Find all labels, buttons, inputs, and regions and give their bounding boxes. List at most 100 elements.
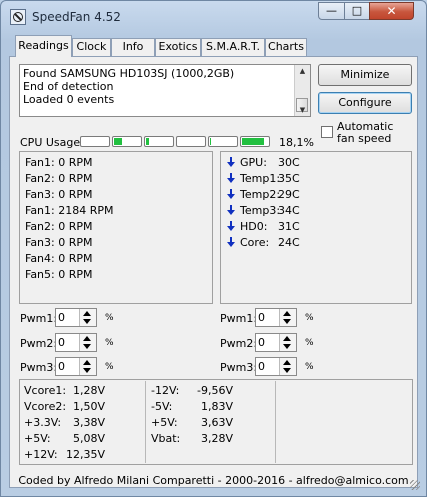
tab-charts[interactable]: Charts <box>265 38 307 56</box>
speedfan-app-icon <box>10 9 26 25</box>
spin-buttons[interactable] <box>279 358 296 375</box>
temp-label: HD0: <box>240 220 268 233</box>
tab-info[interactable]: Info <box>111 38 155 56</box>
fan-reading: Fan2: 0 RPM <box>25 172 93 185</box>
window-maximize-button[interactable]: □ <box>344 2 370 20</box>
voltage-value: 3,38V <box>73 416 106 429</box>
scroll-down-arrow-icon[interactable]: ▼ <box>295 104 310 116</box>
trend-down-arrow-icon <box>227 173 235 183</box>
pwm3-unit: % <box>305 362 314 372</box>
voltage-value: 3,63V <box>201 416 234 429</box>
scroll-up-arrow-icon[interactable]: ▲ <box>295 65 310 77</box>
pwm2-spinner[interactable]: 0 <box>255 333 297 352</box>
spin-buttons[interactable] <box>79 358 96 375</box>
spin-up-arrow-icon[interactable] <box>83 336 91 341</box>
tab-exotics[interactable]: Exotics <box>155 38 201 56</box>
spin-down-arrow-icon[interactable] <box>283 344 291 349</box>
maximize-icon: □ <box>351 4 363 17</box>
spin-up-arrow-icon[interactable] <box>283 360 291 365</box>
pwm1-spinner[interactable]: 0 <box>55 308 97 327</box>
window-close-button[interactable]: ✕ <box>369 2 414 20</box>
voltage-value: 12,35V <box>66 448 106 461</box>
voltage-label: Vcore1: <box>24 384 67 397</box>
pwm2-spinner[interactable]: 0 <box>55 333 97 352</box>
temp-value: 35C <box>278 172 300 185</box>
automatic-fan-speed-label: Automatic fan speed <box>337 120 394 145</box>
resize-grip-icon[interactable] <box>410 480 420 490</box>
tab-clock[interactable]: Clock <box>72 38 111 56</box>
pwm1-label: Pwm1: <box>220 312 258 325</box>
voltage-label: Vcore2: <box>24 400 67 413</box>
voltage-label: Vbat: <box>151 432 181 445</box>
pwm1-spinner[interactable]: 0 <box>255 308 297 327</box>
log-textbox[interactable]: Found SAMSUNG HD103SJ (1000,2GB) End of … <box>19 64 311 117</box>
spin-up-arrow-icon[interactable] <box>283 336 291 341</box>
pwm2-unit: % <box>305 338 314 348</box>
voltage-value: 5,08V <box>73 432 106 445</box>
cpu-core-bar <box>208 136 238 147</box>
temp-label: Temp1: <box>240 172 281 185</box>
spin-up-arrow-icon[interactable] <box>83 311 91 316</box>
trend-down-arrow-icon <box>227 205 235 215</box>
cpu-core-bar <box>112 136 142 147</box>
pwm3-spinner[interactable]: 0 <box>255 357 297 376</box>
pwm3-value: 0 <box>258 360 265 373</box>
spin-up-arrow-icon[interactable] <box>283 311 291 316</box>
pwm3-spinner[interactable]: 0 <box>55 357 97 376</box>
configure-button[interactable]: Configure <box>318 92 412 114</box>
automatic-fan-speed-checkbox[interactable] <box>321 126 333 138</box>
fan-reading: Fan5: 0 RPM <box>25 268 93 281</box>
voltage-label: +5V: <box>24 432 51 445</box>
pwm3-unit: % <box>105 362 114 372</box>
log-line: End of detection <box>23 80 114 93</box>
pwm1-value: 0 <box>58 311 65 324</box>
pwm1-value: 0 <box>258 311 265 324</box>
spin-up-arrow-icon[interactable] <box>83 360 91 365</box>
spin-buttons[interactable] <box>79 309 96 326</box>
log-scrollbar[interactable]: ▲ ▼ <box>294 65 310 116</box>
temp-value: 31C <box>278 220 300 233</box>
spin-down-arrow-icon[interactable] <box>83 368 91 373</box>
spin-down-arrow-icon[interactable] <box>83 319 91 324</box>
cpu-core-bar <box>240 136 270 147</box>
cpu-core-fill <box>242 138 264 145</box>
cpu-core-bar <box>144 136 174 147</box>
voltage-value: 1,83V <box>201 400 234 413</box>
trend-down-arrow-icon <box>227 237 235 247</box>
cpu-usage-total: 18,1% <box>279 136 314 149</box>
temp-label: GPU: <box>240 156 267 169</box>
pwm2-label: Pwm2: <box>20 337 58 350</box>
voltage-value: -9,56V <box>197 384 233 397</box>
close-icon: ✕ <box>386 4 397 18</box>
spin-buttons[interactable] <box>79 334 96 351</box>
pwm3-value: 0 <box>58 360 65 373</box>
voltage-label: +5V: <box>151 416 178 429</box>
spin-buttons[interactable] <box>279 334 296 351</box>
pwm2-label: Pwm2: <box>220 337 258 350</box>
pwm1-unit: % <box>305 313 314 323</box>
cpu-core-fill <box>146 138 149 145</box>
minimize-button[interactable]: Minimize <box>318 64 412 86</box>
fan-reading: Fan2: 0 RPM <box>25 220 93 233</box>
cpu-core-fill <box>210 138 211 145</box>
window-minimize-button[interactable]: — <box>318 2 345 20</box>
temp-label: Core: <box>240 236 270 249</box>
fan-reading: Fan3: 0 RPM <box>25 188 93 201</box>
voltage-label: -12V: <box>151 384 180 397</box>
spin-buttons[interactable] <box>279 309 296 326</box>
tab-readings[interactable]: Readings <box>15 35 72 57</box>
spin-down-arrow-icon[interactable] <box>283 319 291 324</box>
pwm1-label: Pwm1: <box>20 312 58 325</box>
minimize-icon: — <box>326 4 337 17</box>
pwm2-value: 0 <box>258 336 265 349</box>
tab-smart[interactable]: S.M.A.R.T. <box>201 38 265 56</box>
pwm1-unit: % <box>105 313 114 323</box>
voltages-divider <box>275 381 276 463</box>
spin-down-arrow-icon[interactable] <box>83 344 91 349</box>
voltage-label: -5V: <box>151 400 173 413</box>
cpu-core-fill <box>114 138 122 145</box>
temp-value: 29C <box>278 188 300 201</box>
title-bar[interactable]: SpeedFan 4.52 — □ ✕ <box>1 1 426 33</box>
spin-down-arrow-icon[interactable] <box>283 368 291 373</box>
trend-down-arrow-icon <box>227 221 235 231</box>
